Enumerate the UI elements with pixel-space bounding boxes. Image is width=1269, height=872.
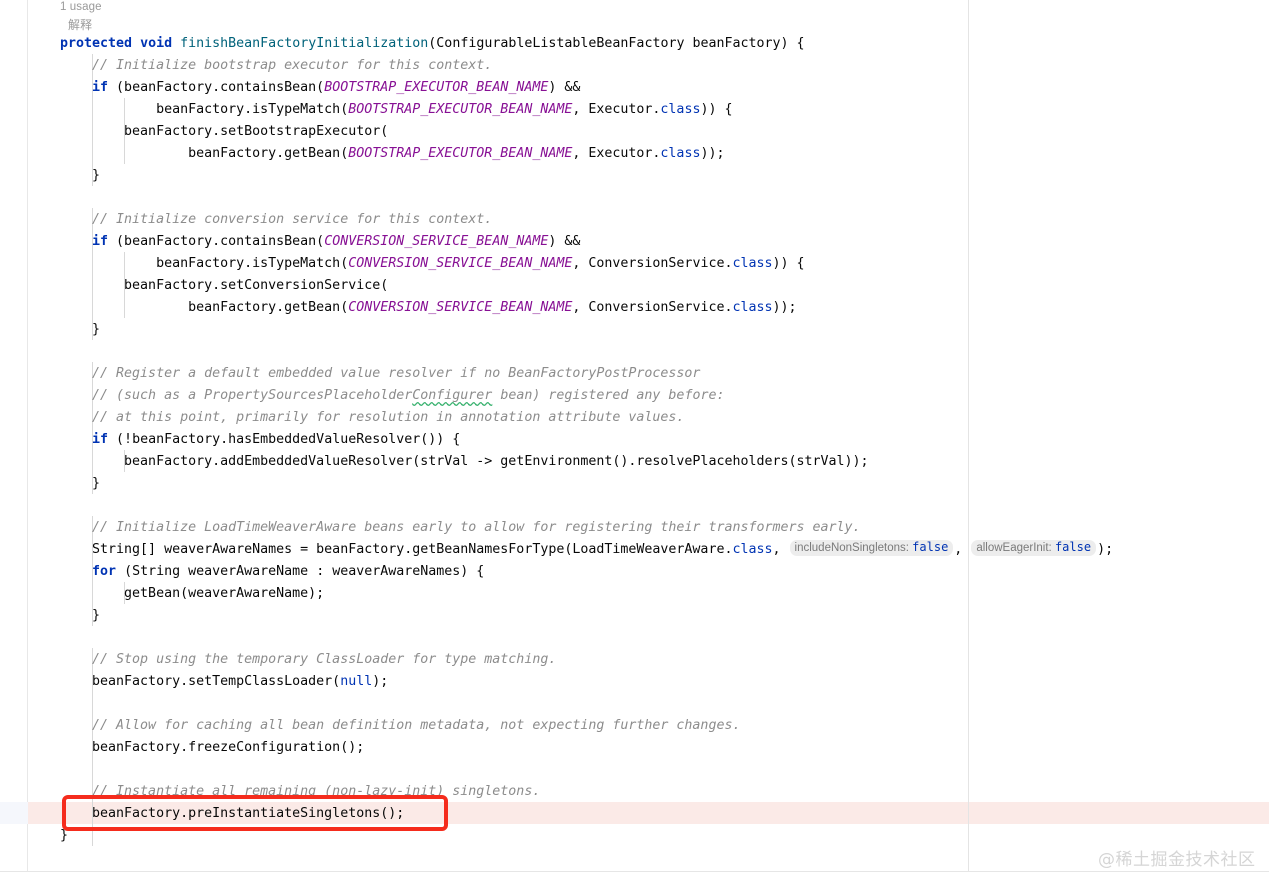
code-line-highlighted[interactable]: beanFactory.preInstantiateSingletons(); [60,803,404,825]
param-hint-label: allowEagerInit: [976,542,1052,554]
token-keyword: if [92,80,109,95]
token-keyword: void [140,36,173,51]
token-keyword: null [340,674,373,689]
code-line[interactable]: beanFactory.addEmbeddedValueResolver(str… [60,451,869,473]
code-line-comment[interactable]: // Instantiate all remaining (non-lazy-i… [60,781,540,803]
param-hint-label: includeNonSingletons: [794,542,909,554]
code-line[interactable]: } [60,473,100,495]
token-constant: BOOTSTRAP_EXECUTOR_BEAN_NAME [348,146,573,161]
code-line[interactable]: if (beanFactory.containsBean(BOOTSTRAP_E… [60,77,580,99]
code-line[interactable]: getBean(weaverAwareName); [60,583,324,605]
code-line-comment[interactable]: // (such as a PropertySourcesPlaceholder… [60,385,724,407]
code-line[interactable]: } [60,165,100,187]
code-line[interactable]: beanFactory.freezeConfiguration(); [60,737,364,759]
token-keyword: class [732,542,773,557]
code-editor[interactable]: 1 usage 解释 protected void finishBeanFact… [0,0,1269,872]
token-keyword: class [660,102,701,117]
code-line[interactable]: beanFactory.isTypeMatch(CONVERSION_SERVI… [60,253,804,275]
token-constant: CONVERSION_SERVICE_BEAN_NAME [348,256,573,271]
code-line[interactable]: for (String weaverAwareName : weaverAwar… [60,561,484,583]
code-text-area[interactable]: protected void finishBeanFactoryInitiali… [0,0,1269,871]
spellcheck-underline: Configurer [412,388,493,403]
code-line-comment[interactable]: // Initialize conversion service for thi… [60,209,492,231]
code-line[interactable]: } [60,825,68,847]
token-keyword: class [732,300,773,315]
code-line-comment[interactable]: // Stop using the temporary ClassLoader … [60,649,556,671]
code-line[interactable]: String[] weaverAwareNames = beanFactory.… [60,539,1113,561]
code-line-comment[interactable]: // Register a default embedded value res… [60,363,700,385]
code-line-comment[interactable]: // Initialize bootstrap executor for thi… [60,55,492,77]
token-keyword: for [92,564,117,579]
code-line-comment[interactable]: // at this point, primarily for resoluti… [60,407,684,429]
token-keyword: if [92,234,109,249]
code-line[interactable]: beanFactory.getBean(BOOTSTRAP_EXECUTOR_B… [60,143,724,165]
code-line[interactable]: if (beanFactory.containsBean(CONVERSION_… [60,231,580,253]
token-method-name[interactable]: finishBeanFactoryInitialization [180,36,428,51]
code-line-comment[interactable]: // Allow for caching all bean definition… [60,715,740,737]
code-line[interactable]: beanFactory.isTypeMatch(BOOTSTRAP_EXECUT… [60,99,732,121]
token-constant: CONVERSION_SERVICE_BEAN_NAME [348,300,573,315]
code-line[interactable]: beanFactory.setBootstrapExecutor( [60,121,388,143]
code-line[interactable]: } [60,319,100,341]
watermark-text: @稀土掘金技术社区 [1098,850,1256,870]
token-keyword: protected [60,36,133,51]
code-line[interactable]: protected void finishBeanFactoryInitiali… [60,33,805,55]
token-constant: BOOTSTRAP_EXECUTOR_BEAN_NAME [324,80,549,95]
token-constant: CONVERSION_SERVICE_BEAN_NAME [324,234,549,249]
code-line[interactable]: beanFactory.getBean(CONVERSION_SERVICE_B… [60,297,796,319]
code-line[interactable]: if (!beanFactory.hasEmbeddedValueResolve… [60,429,460,451]
code-line[interactable]: } [60,605,100,627]
token-constant: BOOTSTRAP_EXECUTOR_BEAN_NAME [348,102,573,117]
code-line[interactable]: beanFactory.setTempClassLoader(null); [60,671,388,693]
param-hint-allow-eager-init[interactable]: allowEagerInit: false [971,540,1097,556]
code-line-comment[interactable]: // Initialize LoadTimeWeaverAware beans … [60,517,861,539]
token-keyword: class [732,256,773,271]
token-keyword: if [92,432,109,447]
param-hint-value: false [1054,540,1092,554]
param-hint-value: false [912,540,949,554]
param-hint-include-non-singletons[interactable]: includeNonSingletons: false [789,540,954,556]
token-keyword: class [660,146,701,161]
code-line[interactable]: beanFactory.setConversionService( [60,275,388,297]
